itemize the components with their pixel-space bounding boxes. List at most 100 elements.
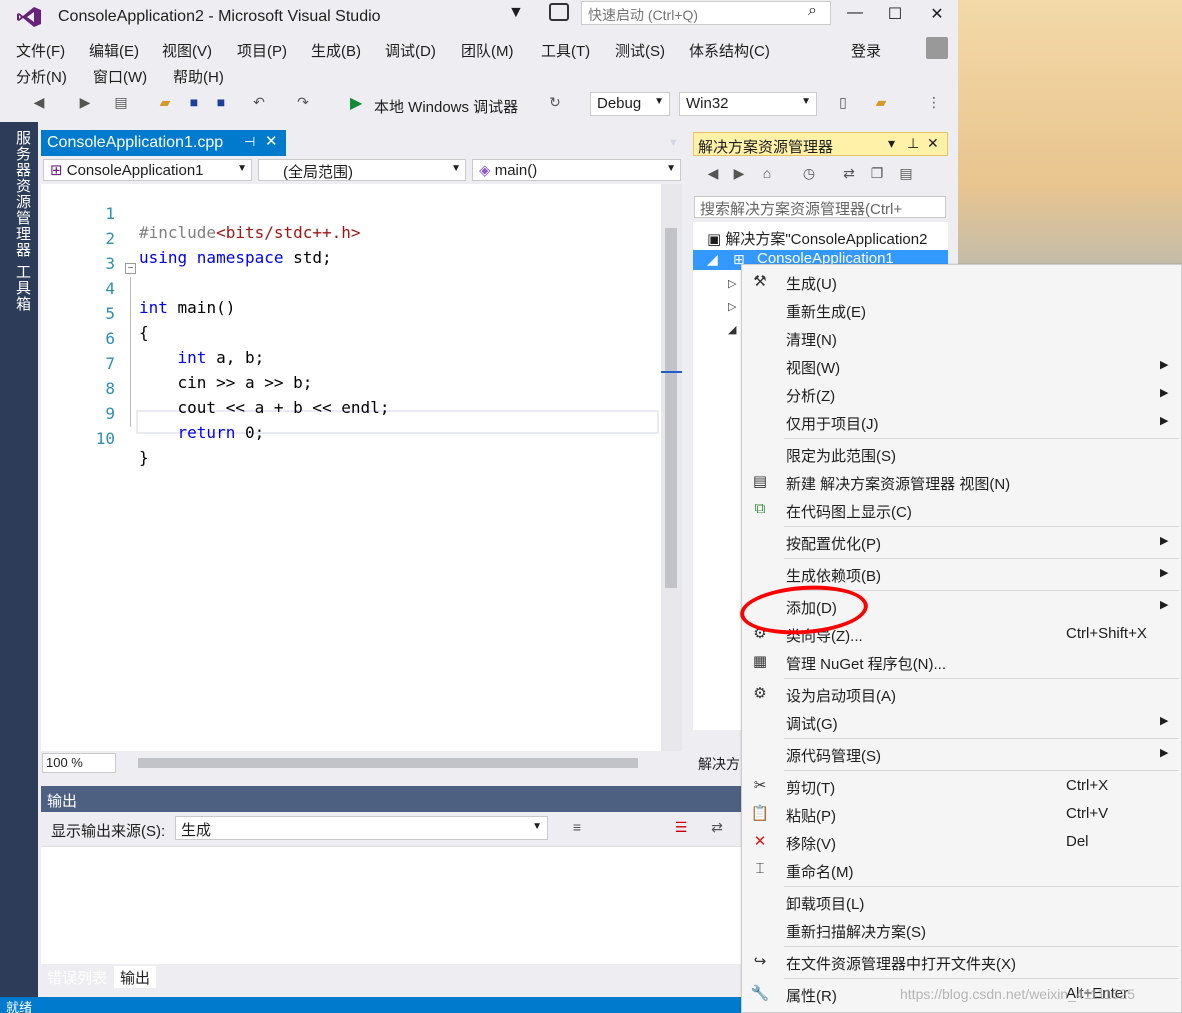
menu-item-cut[interactable]: ✂ 剪切(T) Ctrl+X xyxy=(742,772,1180,800)
expand-icon[interactable]: ▷ xyxy=(728,277,736,290)
user-icon[interactable] xyxy=(926,37,948,59)
menu-item-scope-to-this[interactable]: 限定为此范围(S) xyxy=(742,440,1180,468)
menu-tools[interactable]: 工具(T) xyxy=(541,40,590,61)
close-icon[interactable]: ✕ xyxy=(265,132,278,150)
close-icon[interactable]: ✕ xyxy=(927,135,939,152)
dropdown-icon[interactable]: ▾ xyxy=(888,135,895,152)
zoom-combo[interactable]: 100 % xyxy=(42,753,116,773)
new-project-icon[interactable]: ▤ xyxy=(112,94,130,112)
submenu-arrow-icon: ▶ xyxy=(1160,715,1169,727)
clear-all-icon[interactable]: ☰ xyxy=(672,819,690,837)
toolbox-tab[interactable]: 工具箱 xyxy=(12,264,33,312)
find-in-files-icon[interactable]: ▰ xyxy=(872,94,890,112)
menu-item-paste[interactable]: 📋 粘贴(P) Ctrl+V xyxy=(742,800,1180,828)
tab-error-list[interactable]: 错误列表 xyxy=(41,966,113,988)
project-combo-value: ConsoleApplication1 xyxy=(66,162,204,179)
back-icon[interactable]: ◀ xyxy=(30,94,48,112)
feedback-icon[interactable] xyxy=(549,3,569,21)
platform-combo[interactable]: Win32 ▼ xyxy=(679,92,817,116)
configuration-combo[interactable]: Debug ▼ xyxy=(590,92,670,116)
word-wrap-icon[interactable]: ⇄ xyxy=(708,819,726,837)
undo-icon[interactable]: ↶ xyxy=(250,94,268,112)
menu-item-debug[interactable]: 调试(G) ▶ xyxy=(742,708,1180,736)
solution-search-input[interactable]: 搜索解决方案资源管理器(Ctrl+ xyxy=(694,196,946,218)
tab-output[interactable]: 输出 xyxy=(114,966,157,988)
editor-tab[interactable]: ConsoleApplication1.cpp ⊣ ✕ xyxy=(41,130,286,156)
toolbar-overflow-icon[interactable]: ⋮ xyxy=(925,94,943,112)
horizontal-scrollbar[interactable] xyxy=(138,758,638,768)
search-icon[interactable]: ⌕ xyxy=(808,2,817,20)
menu-item-set-startup[interactable]: ⚙ 设为启动项目(A) xyxy=(742,680,1180,708)
menu-build[interactable]: 生成(B) xyxy=(311,40,361,61)
refresh-icon[interactable]: ↻ xyxy=(546,94,564,112)
menu-item-project-only[interactable]: 仅用于项目(J) ▶ xyxy=(742,408,1180,436)
collapse-all-icon[interactable]: ❐ xyxy=(868,165,886,183)
menu-item-view[interactable]: 视图(W) ▶ xyxy=(742,352,1180,380)
output-text-area[interactable] xyxy=(41,846,741,964)
menu-item-analyze[interactable]: 分析(Z) ▶ xyxy=(742,380,1180,408)
menu-item-rename[interactable]: ⌶ 重命名(M) xyxy=(742,856,1180,884)
tab-dropdown-icon[interactable]: ▼ xyxy=(668,137,679,149)
go-to-message-icon[interactable]: ≡ xyxy=(568,819,586,837)
solution-node[interactable]: ▣ 解决方案"ConsoleApplication2 xyxy=(693,228,948,250)
menu-item-rebuild[interactable]: 重新生成(E) xyxy=(742,296,1180,324)
menu-item-source-control[interactable]: 源代码管理(S) ▶ xyxy=(742,740,1180,768)
minimize-button[interactable]: — xyxy=(843,4,867,22)
maximize-button[interactable]: ☐ xyxy=(883,4,907,24)
menu-item-build-dependencies[interactable]: 生成依赖项(B) ▶ xyxy=(742,560,1180,588)
sign-in-link[interactable]: 登录 xyxy=(851,40,881,61)
expand-icon[interactable]: ▷ xyxy=(728,300,736,313)
redo-icon[interactable]: ↷ xyxy=(294,94,312,112)
menu-test[interactable]: 测试(S) xyxy=(615,40,665,61)
server-explorer-tab[interactable]: 服务器资源管理器 xyxy=(12,130,33,258)
solution-explorer-tab[interactable]: 解决方 xyxy=(693,752,741,774)
scrollbar-thumb[interactable] xyxy=(665,228,677,588)
code-editor[interactable]: − 1 #include<bits/stdc++.h> 2 using name… xyxy=(41,184,661,751)
menu-analyze[interactable]: 分析(N) xyxy=(16,66,67,87)
forward-icon[interactable]: ▶ xyxy=(76,94,94,112)
save-icon[interactable]: ■ xyxy=(185,94,203,112)
quick-launch-input[interactable]: 快速启动 (Ctrl+Q) xyxy=(581,1,831,25)
filter-icon[interactable]: ▼ xyxy=(508,4,524,22)
collapse-icon[interactable]: ◢ xyxy=(728,323,736,336)
project-combo[interactable]: ⊞ ConsoleApplication1 ▼ xyxy=(43,159,252,181)
submenu-arrow-icon: ▶ xyxy=(1160,415,1169,427)
sync-icon[interactable]: ⇄ xyxy=(840,165,858,183)
menu-debug[interactable]: 调试(D) xyxy=(385,40,436,61)
save-all-icon[interactable]: ■ xyxy=(212,94,230,112)
scope-combo[interactable]: (全局范围) ▼ xyxy=(258,159,466,181)
menu-item-show-on-code-map[interactable]: ⧉ 在代码图上显示(C) xyxy=(742,496,1180,524)
menu-window[interactable]: 窗口(W) xyxy=(93,66,147,87)
pending-changes-icon[interactable]: ◷ xyxy=(800,165,818,183)
open-folder-icon[interactable]: ▰ xyxy=(156,94,174,112)
menu-edit[interactable]: 编辑(E) xyxy=(89,40,139,61)
menu-item-unload-project[interactable]: 卸载项目(L) xyxy=(742,888,1180,916)
menu-architecture[interactable]: 体系结构(C) xyxy=(689,40,770,61)
close-button[interactable]: ✕ xyxy=(925,4,949,24)
menu-item-remove[interactable]: ✕ 移除(V) Del xyxy=(742,828,1180,856)
output-source-combo[interactable]: 生成 ▼ xyxy=(175,816,548,840)
start-debugging-icon[interactable]: ▶ xyxy=(350,93,362,113)
start-debugging-button[interactable]: 本地 Windows 调试器 xyxy=(374,96,518,117)
home-icon[interactable]: ⌂ xyxy=(758,165,776,183)
menu-item-build[interactable]: ⚒ 生成(U) xyxy=(742,268,1180,296)
method-icon: ◈ xyxy=(479,162,495,179)
menu-team[interactable]: 团队(M) xyxy=(461,40,514,61)
forward-icon[interactable]: ▶ xyxy=(730,165,748,183)
pin-icon[interactable]: ⊣ xyxy=(244,134,255,150)
menu-item-manage-nuget[interactable]: ▦ 管理 NuGet 程序包(N)... xyxy=(742,648,1180,676)
menu-item-pgo[interactable]: 按配置优化(P) ▶ xyxy=(742,528,1180,556)
menu-item-rescan-solution[interactable]: 重新扫描解决方案(S) xyxy=(742,916,1180,944)
menu-view[interactable]: 视图(V) xyxy=(162,40,212,61)
menu-project[interactable]: 项目(P) xyxy=(237,40,287,61)
pin-icon[interactable]: ⊥ xyxy=(907,135,919,152)
menu-item-new-view[interactable]: ▤ 新建 解决方案资源管理器 视图(N) xyxy=(742,468,1180,496)
device-icon[interactable]: ▯ xyxy=(834,94,852,112)
menu-file[interactable]: 文件(F) xyxy=(16,40,65,61)
member-combo[interactable]: ◈ main() ▼ xyxy=(472,159,681,181)
show-all-files-icon[interactable]: ▤ xyxy=(897,165,915,183)
menu-help[interactable]: 帮助(H) xyxy=(173,66,224,87)
menu-item-open-in-explorer[interactable]: ↪ 在文件资源管理器中打开文件夹(X) xyxy=(742,948,1180,976)
back-icon[interactable]: ◀ xyxy=(704,165,722,183)
menu-item-clean[interactable]: 清理(N) xyxy=(742,324,1180,352)
